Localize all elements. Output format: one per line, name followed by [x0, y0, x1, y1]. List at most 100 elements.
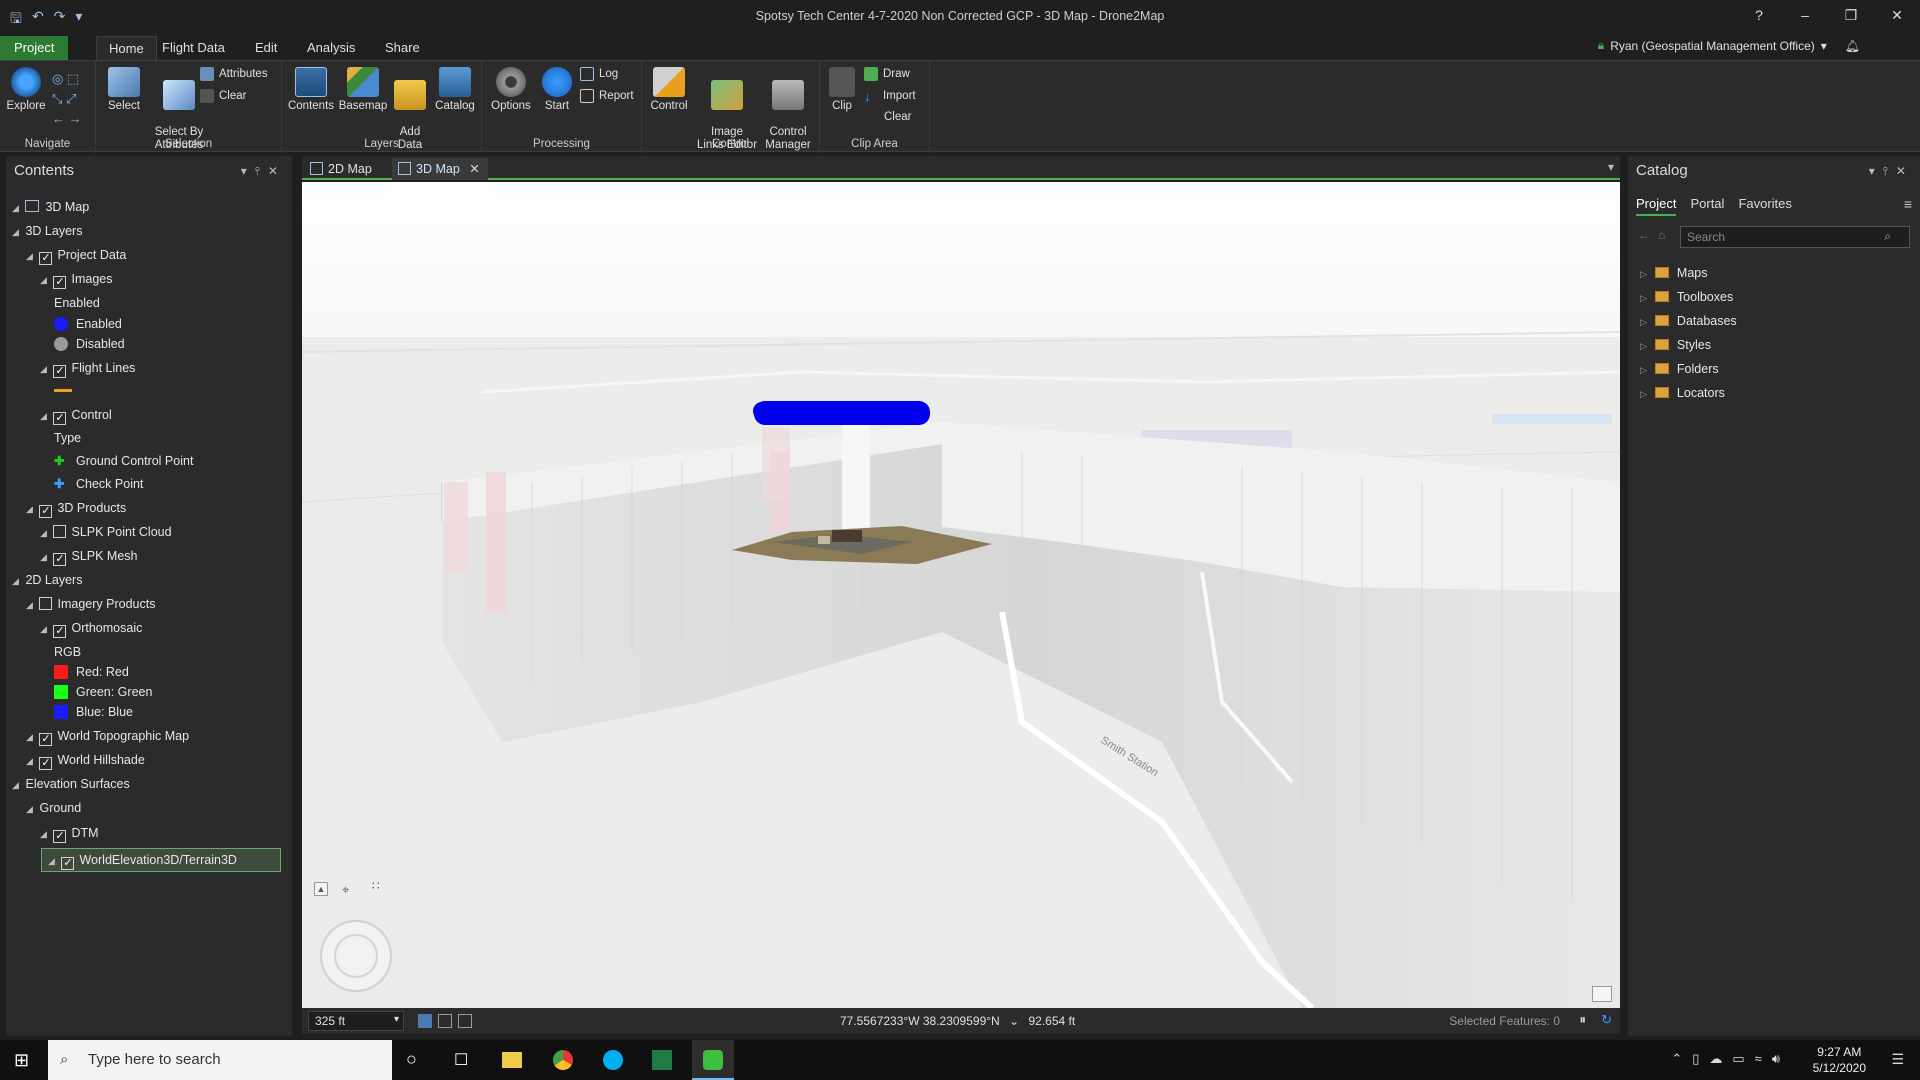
minimize-button[interactable]: –: [1782, 0, 1828, 30]
layer-checkbox[interactable]: [53, 525, 67, 538]
layer-checkbox[interactable]: [39, 597, 53, 610]
close-tab-icon[interactable]: ✕: [469, 162, 479, 176]
expand-toggle-icon[interactable]: ◢: [40, 522, 50, 544]
nav-options-icon[interactable]: ∷: [372, 879, 380, 893]
expand-toggle-icon[interactable]: ▷: [1640, 341, 1647, 351]
skype-icon[interactable]: [603, 1050, 623, 1070]
tab-share[interactable]: Share: [373, 36, 432, 60]
tab-home[interactable]: Home: [96, 36, 157, 60]
view-menu-icon[interactable]: ▾: [1608, 160, 1614, 174]
layer-checkbox[interactable]: ✓: [39, 733, 53, 746]
notification-bell-icon[interactable]: 🔔︎: [1845, 39, 1860, 53]
tab-2d-map[interactable]: 2D Map: [304, 158, 380, 180]
contents-item-3d-map[interactable]: ◢ 3D Map: [6, 196, 292, 218]
start-button[interactable]: Start: [534, 67, 580, 113]
catalog-item-styles[interactable]: ▷ Styles: [1640, 334, 1711, 356]
close-window-button[interactable]: ✕: [1874, 0, 1920, 30]
expand-toggle-icon[interactable]: ◢: [40, 546, 50, 568]
expand-toggle-icon[interactable]: ◢: [26, 750, 36, 772]
layer-checkbox[interactable]: ✓: [39, 252, 53, 265]
catalog-item-maps[interactable]: ▷ Maps: [1640, 262, 1708, 284]
home-icon[interactable]: ⌂: [1658, 228, 1665, 242]
task-view-icon[interactable]: ☐: [454, 1050, 468, 1070]
expand-toggle-icon[interactable]: ◢: [26, 798, 36, 820]
contents-item-slpk-point-cloud[interactable]: ◢ SLPK Point Cloud: [6, 521, 292, 543]
expand-toggle-icon[interactable]: ◢: [26, 245, 36, 267]
expand-toggle-icon[interactable]: ▷: [1640, 269, 1647, 279]
windows-start-icon[interactable]: ⊞: [14, 1050, 29, 1071]
help-button[interactable]: ?: [1736, 0, 1782, 30]
scale-selector[interactable]: 325 ft ▾: [308, 1011, 404, 1031]
expand-toggle-icon[interactable]: ▷: [1640, 365, 1647, 375]
layer-checkbox[interactable]: ✓: [61, 857, 75, 870]
contents-item-3d-layers[interactable]: ◢ 3D Layers: [6, 220, 292, 242]
expand-toggle-icon[interactable]: ◢: [26, 594, 36, 616]
contents-item-2d-layers[interactable]: ◢ 2D Layers: [6, 569, 292, 591]
layer-checkbox[interactable]: ✓: [53, 830, 67, 843]
user-account[interactable]: 🔒︎ Ryan (Geospatial Management Office) ▾…: [1598, 38, 1860, 53]
pane-controls[interactable]: ▾⫯✕: [241, 156, 286, 186]
scene-mode-icon[interactable]: [418, 1014, 432, 1028]
tab-catalog-favorites[interactable]: Favorites: [1738, 196, 1791, 216]
catalog-menu-icon[interactable]: ≡: [1904, 196, 1912, 212]
catalog-button[interactable]: Catalog: [432, 67, 478, 113]
expand-toggle-icon[interactable]: ◢: [12, 774, 22, 796]
expand-toggle-icon[interactable]: ◢: [12, 197, 22, 219]
contents-button[interactable]: Contents: [286, 67, 336, 113]
contents-item-worldelevation3d-terrain3d[interactable]: ◢ ✓ WorldElevation3D/Terrain3D: [41, 848, 281, 872]
layer-checkbox[interactable]: ✓: [53, 553, 67, 566]
expand-toggle-icon[interactable]: ◢: [26, 726, 36, 748]
tab-flight-data[interactable]: Flight Data: [150, 36, 237, 60]
action-center-icon[interactable]: ☰: [1891, 1051, 1904, 1068]
contents-item-world-hillshade[interactable]: ◢ ✓ World Hillshade: [6, 749, 292, 771]
expand-toggle-icon[interactable]: ▷: [1640, 293, 1647, 303]
basemap-attribution-icon[interactable]: [1592, 986, 1612, 1002]
contents-item-slpk-mesh[interactable]: ◢ ✓ SLPK Mesh: [6, 545, 292, 567]
control-button[interactable]: Control: [646, 67, 692, 113]
contents-item-flight-lines[interactable]: ◢ ✓ Flight Lines: [6, 357, 292, 379]
catalog-item-toolboxes[interactable]: ▷ Toolboxes: [1640, 286, 1733, 308]
pane-controls[interactable]: ▾⫯✕: [1869, 156, 1914, 186]
back-icon[interactable]: ←: [1638, 228, 1650, 242]
table-mode-icon[interactable]: [458, 1014, 472, 1028]
expand-toggle-icon[interactable]: ◢: [40, 618, 50, 640]
contents-item-dtm[interactable]: ◢ ✓ DTM: [6, 822, 292, 844]
expand-toggle-icon[interactable]: ◢: [40, 405, 50, 427]
basemap-button[interactable]: Basemap: [338, 67, 388, 113]
contents-item-project-data[interactable]: ◢ ✓ Project Data: [6, 244, 292, 266]
expand-toggle-icon[interactable]: ▷: [1640, 317, 1647, 327]
explore-button[interactable]: Explore: [4, 67, 48, 113]
contents-item-3d-products[interactable]: ◢ ✓ 3D Products: [6, 497, 292, 519]
maximize-button[interactable]: ❐: [1828, 0, 1874, 30]
tab-3d-map[interactable]: 3D Map ✕: [392, 158, 488, 180]
contents-item-ground[interactable]: ◢ Ground: [6, 797, 292, 819]
layer-checkbox[interactable]: ✓: [53, 276, 67, 289]
tab-catalog-project[interactable]: Project: [1636, 196, 1677, 216]
layer-checkbox[interactable]: ✓: [53, 412, 67, 425]
contents-item-world-topographic-map[interactable]: ◢ ✓ World Topographic Map: [6, 725, 292, 747]
cortana-icon[interactable]: ○: [406, 1049, 417, 1070]
tray-icons[interactable]: ⌃▯☁▭≈🔊︎: [1671, 1051, 1790, 1067]
navigator-control[interactable]: [320, 920, 392, 992]
system-clock[interactable]: 9:27 AM 5/12/2020: [1813, 1044, 1866, 1076]
contents-item-elevation-surfaces[interactable]: ◢ Elevation Surfaces: [6, 773, 292, 795]
map-view[interactable]: Smith Station ▲ ⌖ ∷: [302, 182, 1620, 1008]
expand-toggle-icon[interactable]: ◢: [26, 498, 36, 520]
contents-item-orthomosaic[interactable]: ◢ ✓ Orthomosaic: [6, 617, 292, 639]
expand-toggle-icon[interactable]: ◢: [48, 850, 58, 872]
contents-item-imagery-products[interactable]: ◢ Imagery Products: [6, 593, 292, 615]
catalog-search-input[interactable]: Search ⌕: [1680, 226, 1910, 248]
grid-mode-icon[interactable]: [438, 1014, 452, 1028]
contents-item-control[interactable]: ◢ ✓ Control: [6, 404, 292, 426]
import-button[interactable]: ↓ Import: [864, 89, 916, 104]
draw-button[interactable]: Draw: [864, 67, 910, 81]
options-button[interactable]: Options: [488, 67, 534, 113]
taskbar-search-input[interactable]: ⌕ Type here to search: [48, 1040, 392, 1080]
layer-checkbox[interactable]: ✓: [39, 757, 53, 770]
refresh-icon[interactable]: ↻: [1601, 1012, 1612, 1028]
chrome-icon[interactable]: [553, 1050, 573, 1070]
layer-checkbox[interactable]: ✓: [39, 505, 53, 518]
catalog-item-locators[interactable]: ▷ Locators: [1640, 382, 1725, 404]
tab-catalog-portal[interactable]: Portal: [1690, 196, 1724, 216]
drone2map-icon[interactable]: [692, 1040, 734, 1080]
